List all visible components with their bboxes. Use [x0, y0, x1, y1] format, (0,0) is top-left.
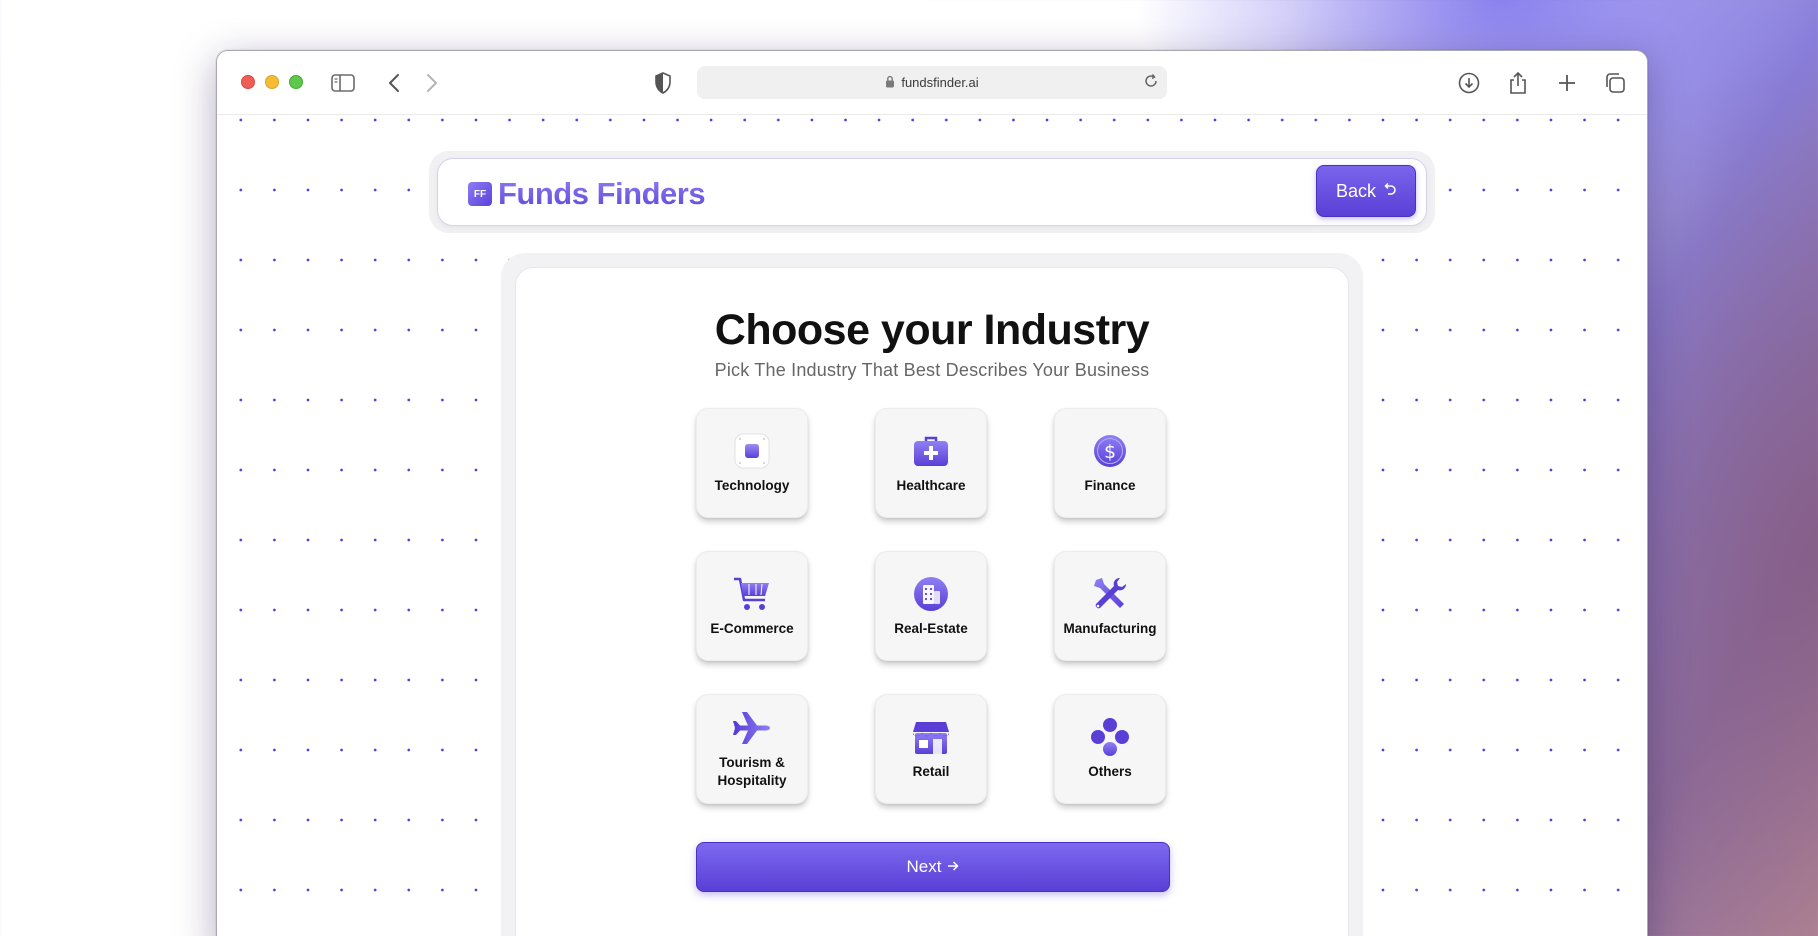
industry-label: E-Commerce [710, 621, 794, 636]
new-tab-icon[interactable] [1553, 69, 1581, 97]
industry-label: Others [1088, 764, 1132, 779]
downloads-icon[interactable] [1455, 69, 1483, 97]
building-icon [911, 574, 951, 614]
industry-label: Finance [1084, 478, 1136, 493]
storefront-icon [911, 717, 951, 757]
url-text: fundsfinder.ai [901, 75, 979, 90]
industry-option-real-estate[interactable]: Real-Estate [875, 551, 987, 661]
svg-text:$: $ [1104, 441, 1116, 463]
sidebar-toggle-icon[interactable] [329, 69, 357, 97]
back-nav-icon[interactable] [380, 69, 408, 97]
browser-window: fundsfinder.ai FF Funds Finders Back Cho… [216, 50, 1648, 936]
industry-label: Retail [912, 764, 950, 779]
logo-text: Funds Finders [498, 176, 706, 211]
minimize-window-button[interactable] [265, 75, 279, 89]
site-header: FF Funds Finders Back [437, 158, 1427, 226]
page-subtitle: Pick The Industry That Best Describes Yo… [714, 360, 1150, 380]
tools-icon [1090, 574, 1130, 614]
industry-label: Tourism & Hospitality [717, 755, 787, 788]
medical-bag-icon [911, 431, 951, 471]
browser-toolbar: fundsfinder.ai [217, 51, 1647, 115]
dots-cluster-icon [1090, 717, 1130, 757]
share-icon[interactable] [1504, 69, 1532, 97]
logo-mark: FF [468, 182, 492, 206]
shopping-cart-icon [732, 574, 772, 614]
close-window-button[interactable] [241, 75, 255, 89]
industry-option-technology[interactable]: Technology [696, 408, 808, 518]
industry-card: Choose your Industry Pick The Industry T… [515, 267, 1349, 936]
arrow-right-icon [947, 859, 960, 875]
next-button[interactable]: Next [696, 842, 1170, 892]
back-button[interactable]: Back [1316, 165, 1416, 217]
industry-label: Real-Estate [894, 621, 968, 636]
reload-icon[interactable] [1143, 73, 1159, 92]
tab-overview-icon[interactable] [1601, 69, 1629, 97]
next-button-label: Next [906, 857, 942, 876]
industry-label: Manufacturing [1063, 621, 1157, 636]
industry-option-healthcare[interactable]: Healthcare [875, 408, 987, 518]
industry-option-finance[interactable]: $ Finance [1054, 408, 1166, 518]
privacy-shield-icon[interactable] [649, 69, 677, 97]
page-title: Choose your Industry [714, 306, 1150, 354]
industry-option-e-commerce[interactable]: E-Commerce [696, 551, 808, 661]
industry-option-others[interactable]: Others [1054, 694, 1166, 804]
dollar-coin-icon: $ [1090, 431, 1130, 471]
address-bar[interactable]: fundsfinder.ai [697, 66, 1167, 99]
forward-nav-icon[interactable] [418, 69, 446, 97]
site-logo[interactable]: FF Funds Finders [468, 176, 706, 212]
chip-icon [732, 431, 772, 471]
industry-option-tourism-hospitality[interactable]: Tourism & Hospitality [696, 694, 808, 804]
lock-icon [885, 75, 895, 91]
industry-option-manufacturing[interactable]: Manufacturing [1054, 551, 1166, 661]
back-button-label: Back [1335, 180, 1377, 201]
industry-label: Healthcare [896, 478, 966, 493]
undo-arrow-icon [1382, 182, 1396, 200]
industry-label: Technology [714, 478, 790, 493]
industry-option-retail[interactable]: Retail [875, 694, 987, 804]
airplane-icon [732, 708, 772, 748]
zoom-window-button[interactable] [289, 75, 303, 89]
page-content: FF Funds Finders Back Choose your Indust… [217, 116, 1647, 936]
